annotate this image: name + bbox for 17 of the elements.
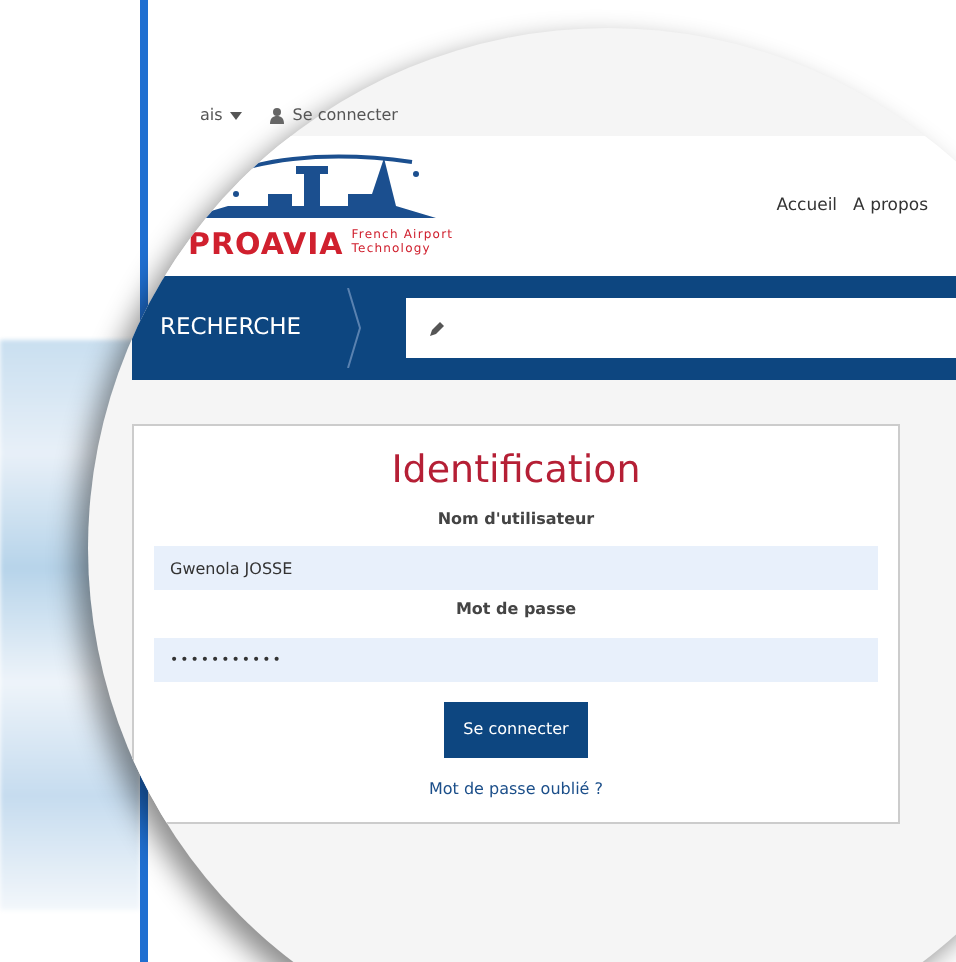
form-title: Identification [389, 446, 643, 496]
pencil-icon [429, 321, 444, 335]
search-field[interactable] [405, 298, 956, 358]
login-button[interactable]: Se connecter [443, 702, 589, 758]
search-label: RECHERCHE [158, 310, 304, 345]
nav-link[interactable]: A propos [853, 193, 928, 219]
field-label: Mot de passe [453, 598, 579, 622]
chevron-divider [345, 288, 362, 368]
logo-text: PROAVIA [188, 223, 344, 266]
input-field[interactable]: Gwenola JOSSE [154, 546, 878, 590]
login-link[interactable]: Se connecter [270, 104, 398, 128]
language-menu[interactable]: ais [200, 104, 243, 128]
field-label: Nom d'utilisateur [435, 507, 597, 531]
user-icon [270, 108, 285, 124]
caret-icon [230, 112, 243, 120]
forgot-password-link[interactable]: Mot de passe oublié ? [154, 778, 878, 802]
nav-link[interactable]: Accueil [776, 193, 838, 219]
